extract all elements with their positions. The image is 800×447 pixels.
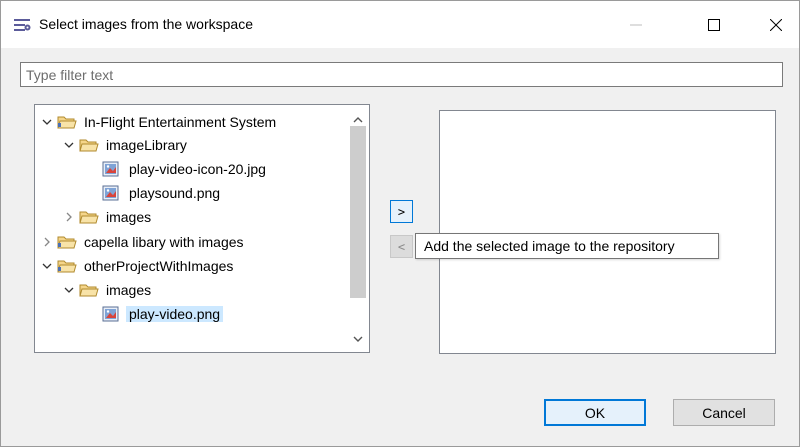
add-image-tooltip: Add the selected image to the repository [415, 233, 719, 259]
minimize-button[interactable] [613, 1, 659, 48]
tree-item-images-expanded[interactable]: images [63, 278, 154, 301]
tree-item-imagelibrary[interactable]: imageLibrary [63, 133, 190, 156]
image-file-icon [102, 161, 122, 177]
project-folder-icon [57, 258, 77, 274]
filter-field[interactable] [20, 62, 783, 87]
tree-item-otherprojectwithimages[interactable]: otherProjectWithImages [41, 254, 236, 277]
tree-item-images-collapsed[interactable]: images [63, 205, 154, 228]
project-folder-icon [57, 234, 77, 250]
chevron-down-icon[interactable] [41, 116, 53, 128]
dialog-window: Select images from the workspace In-Flig… [0, 0, 800, 447]
image-list-icon [13, 17, 31, 33]
tree-item-play-video-icon-20[interactable]: play-video-icon-20.jpg [102, 157, 269, 180]
chevron-down-icon[interactable] [63, 284, 75, 296]
filter-input[interactable] [21, 63, 782, 86]
maximize-button[interactable] [691, 1, 737, 48]
image-file-icon [102, 185, 122, 201]
scroll-down-icon[interactable] [352, 330, 364, 346]
tree-scrollbar[interactable] [347, 105, 369, 352]
scroll-up-icon[interactable] [352, 111, 364, 127]
tree-item-play-video[interactable]: play-video.png [102, 302, 224, 325]
workspace-tree[interactable]: In-Flight Entertainment System imageLibr… [34, 104, 370, 353]
chevron-right-icon[interactable] [63, 211, 75, 223]
project-folder-icon [57, 114, 77, 130]
image-file-icon [102, 306, 122, 322]
remove-from-repository-button[interactable]: < [390, 235, 413, 258]
maximize-icon [708, 18, 720, 31]
minimize-icon [630, 24, 642, 25]
tree-item-capella-libary[interactable]: capella libary with images [41, 230, 247, 253]
open-folder-icon [79, 282, 99, 298]
chevron-down-icon[interactable] [63, 139, 75, 151]
close-icon [770, 18, 782, 31]
chevron-down-icon[interactable] [41, 260, 53, 272]
open-folder-icon [79, 209, 99, 225]
add-to-repository-button[interactable]: > [390, 200, 413, 223]
close-button[interactable] [753, 1, 799, 48]
repository-list[interactable] [439, 110, 776, 354]
title-bar: Select images from the workspace [1, 1, 799, 48]
tree-item-in-flight-entertainment-system[interactable]: In-Flight Entertainment System [41, 110, 279, 133]
ok-button[interactable]: OK [544, 399, 646, 426]
tree-item-playsound[interactable]: playsound.png [102, 181, 223, 204]
chevron-right-icon[interactable] [41, 236, 53, 248]
open-folder-icon [79, 137, 99, 153]
cancel-button[interactable]: Cancel [673, 399, 775, 426]
dialog-title: Select images from the workspace [39, 16, 253, 32]
scrollbar-thumb[interactable] [350, 126, 366, 298]
